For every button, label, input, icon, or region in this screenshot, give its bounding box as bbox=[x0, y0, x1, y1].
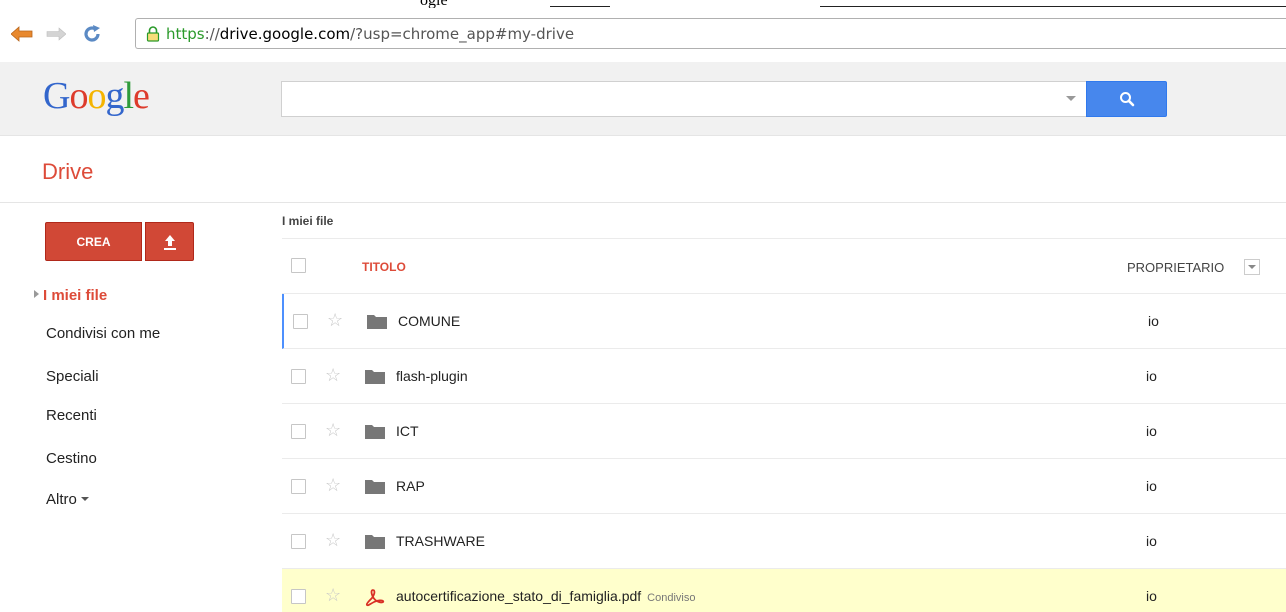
search-options-dropdown-icon[interactable] bbox=[1066, 96, 1076, 101]
owner-sort-dropdown[interactable] bbox=[1244, 259, 1260, 275]
sidebar: CREA I miei file Condivisi con me Specia… bbox=[0, 204, 282, 612]
app-title: Drive bbox=[42, 159, 94, 184]
chevron-down-icon bbox=[1248, 265, 1256, 269]
file-owner: io bbox=[1146, 423, 1157, 439]
reload-button[interactable] bbox=[80, 22, 104, 46]
file-owner: io bbox=[1146, 368, 1157, 384]
sidebar-item-shared-with-me[interactable]: Condivisi con me bbox=[46, 325, 160, 342]
column-owner[interactable]: PROPRIETARIO bbox=[1127, 260, 1224, 275]
row-checkbox[interactable] bbox=[291, 589, 306, 604]
window-titlebar: ogle bbox=[0, 0, 1286, 9]
back-button[interactable] bbox=[10, 22, 34, 46]
star-icon[interactable]: ☆ bbox=[327, 310, 343, 331]
back-arrow-icon bbox=[11, 26, 33, 42]
sidebar-item-label: Altro bbox=[46, 491, 77, 508]
search-input[interactable] bbox=[281, 81, 1086, 117]
folder-icon bbox=[365, 425, 385, 439]
address-bar[interactable]: https://drive.google.com/?usp=chrome_app… bbox=[135, 18, 1286, 49]
file-owner: io bbox=[1146, 478, 1157, 494]
browser-toolbar: https://drive.google.com/?usp=chrome_app… bbox=[0, 8, 1286, 62]
sidebar-item-starred[interactable]: Speciali bbox=[46, 368, 99, 385]
create-button[interactable]: CREA bbox=[45, 222, 142, 261]
row-checkbox[interactable] bbox=[293, 314, 308, 329]
url-scheme: https bbox=[166, 24, 205, 43]
search-icon bbox=[1119, 92, 1134, 107]
table-row[interactable]: ☆ flash-plugin io bbox=[282, 349, 1286, 404]
folder-icon bbox=[367, 315, 387, 329]
file-name[interactable]: RAP bbox=[396, 478, 425, 494]
table-row[interactable]: ☆ autocertificazione_stato_di_famiglia.p… bbox=[282, 569, 1286, 612]
star-icon[interactable]: ☆ bbox=[325, 420, 341, 441]
app-title-bar: Drive bbox=[0, 137, 1286, 203]
url-separator: :// bbox=[204, 24, 220, 43]
file-name[interactable]: COMUNE bbox=[398, 313, 460, 329]
expand-triangle-icon[interactable] bbox=[34, 290, 39, 298]
reload-icon bbox=[84, 25, 100, 42]
url-path: /?usp=chrome_app#my-drive bbox=[350, 24, 575, 43]
titlebar-rule bbox=[820, 6, 1286, 7]
pdf-icon bbox=[365, 589, 385, 607]
row-checkbox[interactable] bbox=[291, 424, 306, 439]
table-row[interactable]: ☆ TRASHWARE io bbox=[282, 514, 1286, 569]
search-button[interactable] bbox=[1086, 81, 1167, 117]
table-row[interactable]: ☆ ICT io bbox=[282, 404, 1286, 459]
file-owner: io bbox=[1148, 313, 1159, 329]
star-icon[interactable]: ☆ bbox=[325, 585, 341, 606]
file-name[interactable]: TRASHWARE bbox=[396, 533, 485, 549]
url-host: drive.google.com bbox=[219, 24, 351, 43]
file-name[interactable]: flash-plugin bbox=[396, 368, 468, 384]
shared-badge: Condiviso bbox=[647, 592, 696, 604]
row-checkbox[interactable] bbox=[291, 479, 306, 494]
google-logo[interactable]: Google bbox=[43, 74, 150, 118]
star-icon[interactable]: ☆ bbox=[325, 365, 341, 386]
url-text: https://drive.google.com/?usp=chrome_app… bbox=[166, 25, 574, 43]
row-checkbox[interactable] bbox=[291, 369, 306, 384]
row-checkbox[interactable] bbox=[291, 534, 306, 549]
column-title[interactable]: TITOLO bbox=[362, 260, 406, 274]
sidebar-item-more[interactable]: Altro bbox=[46, 491, 89, 508]
sidebar-item-my-files[interactable]: I miei file bbox=[34, 287, 107, 304]
list-header: TITOLO PROPRIETARIO bbox=[282, 238, 1286, 294]
folder-icon bbox=[365, 370, 385, 384]
sidebar-item-label: I miei file bbox=[43, 287, 108, 304]
forward-arrow-icon bbox=[46, 27, 66, 41]
google-header: Google bbox=[0, 62, 1286, 136]
folder-icon bbox=[365, 535, 385, 549]
file-name-text[interactable]: autocertificazione_stato_di_famiglia.pdf bbox=[396, 588, 641, 604]
file-name[interactable]: autocertificazione_stato_di_famiglia.pdf… bbox=[396, 588, 695, 604]
sidebar-item-trash[interactable]: Cestino bbox=[46, 450, 97, 467]
forward-button[interactable] bbox=[44, 22, 68, 46]
file-owner: io bbox=[1146, 533, 1157, 549]
chevron-down-icon bbox=[80, 497, 89, 501]
star-icon[interactable]: ☆ bbox=[325, 530, 341, 551]
lock-icon bbox=[146, 25, 160, 42]
upload-button[interactable] bbox=[145, 222, 194, 261]
sidebar-item-recent[interactable]: Recenti bbox=[46, 407, 97, 424]
table-row[interactable]: ☆ RAP io bbox=[282, 459, 1286, 514]
file-list: I miei file TITOLO PROPRIETARIO ☆ COMUNE… bbox=[282, 204, 1286, 612]
titlebar-rule bbox=[550, 6, 610, 7]
select-all-checkbox[interactable] bbox=[291, 258, 306, 273]
folder-icon bbox=[365, 480, 385, 494]
table-row[interactable]: ☆ COMUNE io bbox=[282, 294, 1286, 349]
file-owner: io bbox=[1146, 588, 1157, 604]
star-icon[interactable]: ☆ bbox=[325, 475, 341, 496]
file-name[interactable]: ICT bbox=[396, 423, 419, 439]
breadcrumb[interactable]: I miei file bbox=[282, 214, 333, 228]
upload-icon bbox=[163, 234, 176, 250]
